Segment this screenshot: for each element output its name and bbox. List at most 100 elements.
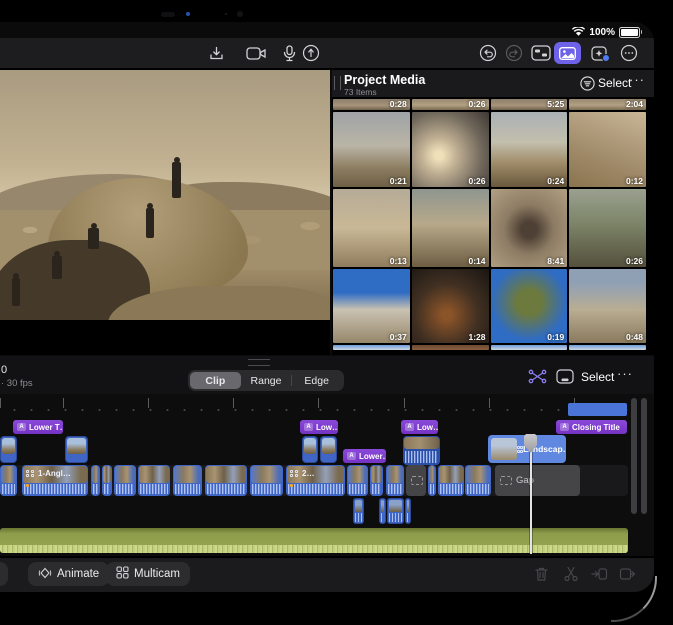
viewer[interactable]: 00:00:37:14 41% ··· — [0, 70, 330, 355]
media-thumbnail[interactable]: 2:04 — [569, 99, 646, 110]
project-fps: · 30 fps — [1, 378, 33, 389]
trash-icon[interactable] — [532, 565, 550, 583]
connected-below-clip[interactable] — [405, 498, 411, 524]
effects-icon[interactable] — [589, 42, 611, 64]
media-thumbnail[interactable]: 0:12 — [569, 112, 646, 187]
connected-video-audio-clip[interactable] — [403, 436, 440, 465]
storyline-clip[interactable] — [438, 465, 464, 496]
media-more-button[interactable]: ··· — [629, 72, 645, 87]
media-thumbnail[interactable] — [412, 345, 489, 350]
storyline-clip[interactable] — [428, 465, 436, 496]
connected-below-clip[interactable] — [387, 498, 404, 524]
storyline-clip[interactable] — [386, 465, 404, 496]
playhead-line — [530, 438, 532, 554]
skim-icon[interactable] — [528, 369, 547, 389]
redo-icon[interactable] — [503, 42, 525, 64]
bottom-toolbar: Animate Multicam — [0, 556, 654, 592]
person-standing-mid — [146, 208, 154, 238]
project-media-panel: Project Media 73 Items Select ··· 0:28 0… — [332, 70, 654, 355]
connected-below-clip[interactable] — [353, 498, 364, 524]
edit-mode-segment[interactable]: Range — [241, 372, 292, 389]
storyline-clip[interactable] — [0, 465, 17, 496]
media-thumbnail[interactable]: 8:41 — [491, 189, 568, 267]
connected-video-clip[interactable] — [65, 436, 88, 463]
connected-below-clip[interactable] — [379, 498, 386, 524]
storyline-clip-label: 2… — [302, 469, 314, 478]
title-clip[interactable]: A Lower… — [343, 449, 386, 463]
camera-icon[interactable] — [245, 42, 267, 64]
storyline-clip[interactable]: 1-Angl… — [22, 465, 88, 496]
storyline-clip[interactable] — [138, 465, 170, 496]
timeline-select-button[interactable]: Select — [581, 370, 614, 384]
media-thumbnail[interactable]: 5:25 — [491, 99, 568, 110]
import-icon[interactable] — [205, 42, 227, 64]
title-clip-label: Lower T… — [29, 423, 63, 432]
clip-duration: 0:28 — [390, 99, 407, 109]
timeline-more-button[interactable]: ··· — [617, 366, 633, 381]
media-thumbnail[interactable] — [569, 345, 646, 350]
storyline-clip[interactable] — [250, 465, 283, 496]
media-thumbnail[interactable]: 0:14 — [412, 189, 489, 267]
mic-icon[interactable] — [278, 42, 300, 64]
storyline-clip[interactable] — [102, 465, 112, 496]
title-clip[interactable]: A Lower T… — [13, 420, 63, 434]
media-thumbnail[interactable]: 0:26 — [569, 189, 646, 267]
inspector-icon[interactable] — [530, 42, 552, 64]
title-clip[interactable]: A Closing Title — [556, 420, 627, 434]
more-icon[interactable] — [618, 42, 640, 64]
undo-icon[interactable] — [477, 42, 499, 64]
storyline-clip[interactable] — [205, 465, 247, 496]
storyline-clip[interactable]: G — [406, 465, 426, 496]
connected-video-clip[interactable] — [0, 436, 17, 463]
storyline-clip[interactable] — [114, 465, 136, 496]
storyline-clip[interactable] — [173, 465, 202, 496]
media-select-button[interactable]: Select — [598, 76, 631, 90]
filter-icon[interactable] — [580, 76, 595, 96]
media-thumbnail[interactable]: 0:21 — [333, 112, 410, 187]
connected-clip-bar[interactable] — [568, 403, 627, 416]
storyline-clip[interactable]: 2… — [286, 465, 345, 496]
media-grid: 0:28 0:26 5:25 2:04 0:21 0:26 0:24 0:12 … — [333, 99, 646, 350]
overview-icon[interactable] — [556, 369, 574, 389]
blade-icon[interactable] — [562, 565, 580, 583]
media-item-count: 73 Items — [344, 87, 377, 97]
edit-mode-segment[interactable]: Edge — [291, 372, 342, 389]
storyline-clip[interactable] — [370, 465, 383, 496]
multicam-button[interactable]: Multicam — [106, 562, 190, 586]
top-toolbar — [0, 38, 654, 70]
media-thumbnail[interactable]: 0:26 — [412, 99, 489, 110]
insert-icon[interactable] — [590, 565, 608, 583]
media-thumbnail[interactable]: 0:19 — [491, 269, 568, 343]
title-clip[interactable]: A Low… — [401, 420, 438, 434]
clip-duration: 8:41 — [547, 256, 564, 266]
media-thumbnail[interactable]: 0:48 — [569, 269, 646, 343]
media-thumbnail[interactable]: 0:24 — [491, 112, 568, 187]
media-browser-icon[interactable] — [554, 42, 581, 64]
media-thumbnail[interactable]: 0:37 — [333, 269, 410, 343]
storyline-clip[interactable] — [91, 465, 100, 496]
edit-mode-segment[interactable]: Clip — [190, 372, 241, 389]
storyline-clip[interactable]: Gap — [495, 465, 580, 496]
media-thumbnail[interactable]: 1:28 — [412, 269, 489, 343]
title-clip[interactable]: A Low… — [300, 420, 338, 434]
media-thumbnail[interactable] — [491, 345, 568, 350]
connected-video-clip[interactable] — [320, 436, 337, 463]
animate-button[interactable]: Animate — [28, 562, 109, 586]
pencil-circle-icon[interactable] — [300, 42, 322, 64]
timeline-resize-handle-icon[interactable] — [248, 359, 270, 366]
media-thumbnail[interactable] — [333, 345, 410, 350]
storyline-clip-label: 1-Angl… — [38, 469, 71, 478]
title-clip-label: Low… — [417, 423, 438, 432]
media-thumbnail[interactable]: 0:13 — [333, 189, 410, 267]
timeline-scrollbar[interactable] — [629, 398, 654, 514]
storyline-clip[interactable] — [347, 465, 368, 496]
sensor-pill — [161, 12, 175, 17]
audio-clip-lane[interactable] — [0, 528, 628, 553]
partial-button[interactable] — [0, 562, 8, 586]
overwrite-icon[interactable] — [618, 565, 636, 583]
media-thumbnail[interactable]: 0:26 — [412, 112, 489, 187]
connected-video-clip[interactable] — [302, 436, 318, 463]
storyline-clip[interactable] — [465, 465, 491, 496]
media-thumbnail[interactable]: 0:28 — [333, 99, 410, 110]
panel-resize-handle-icon[interactable] — [334, 76, 341, 90]
